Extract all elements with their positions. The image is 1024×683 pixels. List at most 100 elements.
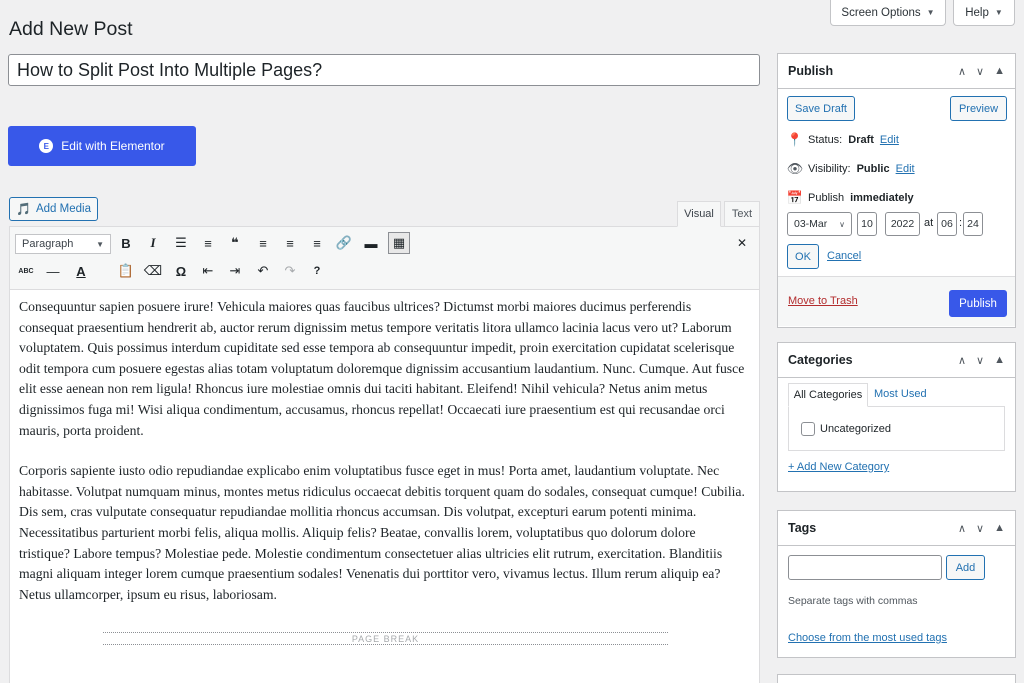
format-select[interactable]: Paragraph ▼	[15, 234, 111, 254]
visibility-label: Visibility:	[808, 163, 851, 175]
bold-icon[interactable]: B	[115, 232, 137, 254]
collapse-icon[interactable]: ▲	[994, 354, 1005, 367]
add-tag-button[interactable]: Add	[946, 555, 985, 580]
content-paragraph: Consequuntur sapien posuere irure! Vehic…	[19, 299, 745, 438]
move-down-icon[interactable]: ∨	[976, 354, 984, 367]
edit-visibility-link[interactable]: Edit	[896, 163, 915, 175]
align-right-icon[interactable]: ≡	[306, 232, 328, 254]
add-media-button[interactable]: 🎵 Add Media	[9, 197, 98, 221]
italic-icon[interactable]: I	[142, 232, 164, 254]
screen-options-button[interactable]: Screen Options ▼	[830, 0, 946, 26]
elementor-logo-icon: E	[39, 139, 54, 153]
day-input[interactable]: 10	[857, 212, 877, 236]
edit-with-elementor-label: Edit with Elementor	[61, 139, 165, 153]
help-icon[interactable]: ?	[306, 260, 328, 282]
move-down-icon[interactable]: ∨	[976, 65, 984, 78]
content-paragraph: Corporis sapiente iusto odio repudiandae…	[19, 463, 745, 602]
screen-options-label: Screen Options	[841, 6, 921, 19]
move-up-icon[interactable]: ∧	[958, 354, 966, 367]
clear-formatting-icon[interactable]: ⌫	[142, 260, 164, 282]
tag-input[interactable]	[788, 555, 942, 580]
time-colon: :	[959, 217, 963, 229]
read-more-icon[interactable]: ▬	[360, 232, 382, 254]
caret-down-icon: ▼	[994, 8, 1003, 17]
choose-most-used-tags-link[interactable]: Choose from the most used tags	[788, 632, 947, 644]
next-box	[777, 674, 1016, 683]
hour-input[interactable]: 06	[937, 212, 957, 236]
publish-actions: Move to Trash Publish	[778, 276, 1015, 326]
eye-icon: 👁	[786, 161, 804, 176]
add-new-category-link[interactable]: + Add New Category	[788, 461, 889, 473]
horizontal-line-icon[interactable]: —	[42, 260, 64, 282]
media-icon: 🎵	[16, 202, 31, 216]
categories-box: Categories ∧ ∨ ▲ All Categories Most Use…	[777, 342, 1016, 492]
strikethrough-icon[interactable]: ABC	[15, 260, 37, 282]
post-editor: Paragraph ▼ B I ☰ ≡ ❝ ≡ ≡ ≡ 🔗 ▬ ▦ ABC — A 📋 ⌫ Ω ⇤ ⇥ ↶ ↷? ✕ …	[9, 226, 760, 683]
caret-down-icon: ▼	[96, 239, 104, 249]
publish-button[interactable]: Publish	[949, 290, 1007, 317]
fullscreen-icon[interactable]: ✕	[731, 232, 753, 254]
cancel-link[interactable]: Cancel	[827, 250, 861, 262]
text-color-icon[interactable]: A	[70, 260, 92, 282]
link-icon[interactable]: 🔗	[333, 232, 355, 254]
toolbar-toggle-icon[interactable]: ▦	[388, 232, 410, 254]
tab-visual[interactable]: Visual	[677, 201, 721, 227]
ok-button[interactable]: OK	[787, 244, 819, 269]
preview-button[interactable]: Preview	[950, 96, 1007, 121]
move-down-icon[interactable]: ∨	[976, 522, 984, 535]
collapse-icon[interactable]: ▲	[994, 522, 1005, 535]
tags-box: Tags ∧ ∨ ▲ Add Separate tags with commas…	[777, 510, 1016, 658]
undo-icon[interactable]: ↶	[252, 260, 274, 282]
tab-most-used[interactable]: Most Used	[874, 388, 927, 400]
publish-box-header[interactable]: Publish ∧ ∨ ▲	[778, 54, 1015, 89]
pin-icon: 📍	[786, 132, 804, 147]
categories-box-header[interactable]: Categories ∧ ∨ ▲	[778, 343, 1015, 378]
editor-toolbar: Paragraph ▼ B I ☰ ≡ ❝ ≡ ≡ ≡ 🔗 ▬ ▦ ABC — A 📋 ⌫ Ω ⇤ ⇥ ↶ ↷? ✕	[10, 227, 759, 290]
minute-input[interactable]: 24	[963, 212, 983, 236]
tags-box-header[interactable]: Tags ∧ ∨ ▲	[778, 511, 1015, 546]
move-to-trash-link[interactable]: Move to Trash	[788, 295, 858, 307]
page-title: Add New Post	[9, 18, 133, 40]
move-up-icon[interactable]: ∧	[958, 65, 966, 78]
calendar-icon: 📅	[786, 190, 804, 205]
caret-down-icon: ▼	[926, 8, 935, 17]
move-up-icon[interactable]: ∧	[958, 522, 966, 535]
edit-with-elementor-button[interactable]: E Edit with Elementor	[8, 126, 196, 166]
publish-date-row: 📅 Publish immediately	[786, 190, 914, 206]
year-input[interactable]: 2022	[885, 212, 920, 236]
add-media-label: Add Media	[35, 203, 91, 215]
outdent-icon[interactable]: ⇤	[197, 260, 219, 282]
tags-hint: Separate tags with commas	[788, 595, 918, 607]
align-center-icon[interactable]: ≡	[279, 232, 301, 254]
blockquote-icon[interactable]: ❝	[224, 232, 246, 254]
format-select-value: Paragraph	[22, 238, 74, 250]
publish-box: Publish ∧ ∨ ▲ Save Draft Preview 📍 Statu…	[777, 53, 1016, 328]
page-break-marker[interactable]: PAGE BREAK	[103, 632, 668, 645]
visibility-value: Public	[856, 163, 890, 175]
tags-box-title: Tags	[788, 521, 817, 535]
numbered-list-icon[interactable]: ≡	[197, 232, 219, 254]
bullet-list-icon[interactable]: ☰	[170, 232, 192, 254]
indent-icon[interactable]: ⇥	[224, 260, 246, 282]
status-label: Status:	[808, 134, 843, 146]
page-break-label: PAGE BREAK	[345, 633, 426, 644]
month-select[interactable]: 03-Mar ∨	[787, 212, 852, 236]
help-button[interactable]: Help ▼	[953, 0, 1015, 26]
edit-status-link[interactable]: Edit	[880, 134, 899, 146]
at-label: at	[924, 217, 934, 229]
align-left-icon[interactable]: ≡	[252, 232, 274, 254]
uncategorized-checkbox[interactable]	[801, 422, 815, 436]
month-value: 03-Mar	[794, 218, 828, 230]
redo-icon[interactable]: ↷	[279, 260, 301, 282]
special-character-icon[interactable]: Ω	[170, 260, 192, 282]
paste-text-icon[interactable]: 📋	[115, 260, 137, 282]
visibility-row: 👁 Visibility: Public Edit	[786, 161, 915, 177]
save-draft-button[interactable]: Save Draft	[787, 96, 855, 121]
tab-all-categories[interactable]: All Categories	[788, 383, 868, 407]
tab-text[interactable]: Text	[724, 201, 760, 227]
collapse-icon[interactable]: ▲	[994, 65, 1005, 78]
publish-date-label: Publish	[808, 192, 845, 204]
editor-content[interactable]: Consequuntur sapien posuere irure! Vehic…	[19, 297, 749, 625]
category-label: Uncategorized	[820, 423, 891, 435]
post-title-input[interactable]	[8, 54, 760, 86]
